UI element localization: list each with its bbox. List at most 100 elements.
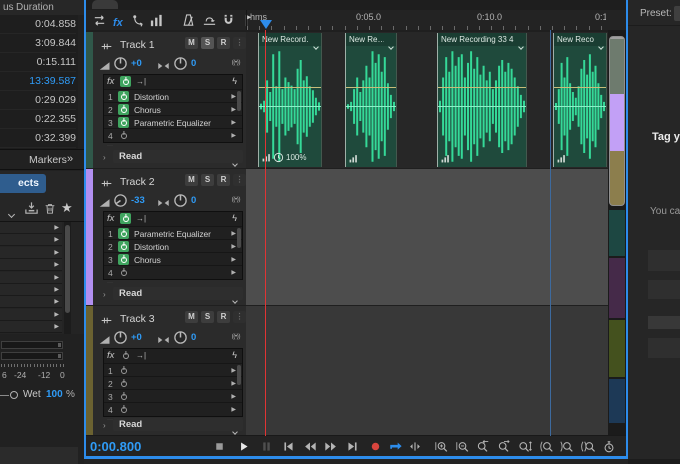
pan-knob[interactable] [173, 193, 188, 208]
slot-scrollbar-thumb[interactable] [237, 91, 241, 111]
expand-chevron-icon[interactable]: › [103, 290, 106, 299]
magnet-icon[interactable] [221, 13, 237, 28]
chevron-down-icon[interactable] [7, 204, 16, 222]
effect-options-arrow-icon[interactable]: ▶ [231, 393, 236, 400]
audio-clip[interactable]: New Record… [553, 33, 607, 167]
monitor-input-icon[interactable]: ((•)) [232, 59, 241, 66]
effect-slot[interactable]: 4 ▶ [104, 128, 242, 141]
freeze-icon[interactable]: ϟ [232, 76, 237, 86]
scrollbar-thumb[interactable] [65, 225, 70, 313]
more-tabs-chevrons[interactable]: » [67, 153, 73, 165]
zoom-reset-button[interactable] [600, 438, 618, 455]
go-to-end-button[interactable] [343, 438, 361, 455]
effect-power-off-icon[interactable] [118, 378, 129, 389]
loop-playback-button[interactable] [386, 438, 404, 455]
panel-tab[interactable] [92, 0, 118, 9]
preset-list-row[interactable]: ▶ [0, 234, 62, 247]
effect-power-off-icon[interactable] [118, 267, 129, 278]
settings-list-row[interactable] [648, 338, 680, 358]
volume-envelope-line[interactable] [259, 87, 321, 88]
effect-power-on-icon[interactable] [118, 241, 129, 252]
effect-slot[interactable]: 2 ▶ [104, 376, 242, 389]
monitor-input-icon[interactable]: ((•)) [232, 333, 241, 340]
audio-clip[interactable]: New Re… [345, 33, 397, 167]
effect-slot[interactable]: 3 Parametric Equalizer ▶ [104, 115, 242, 128]
effect-power-on-icon[interactable] [118, 254, 129, 265]
effect-slot[interactable]: 3 Chorus ▶ [104, 252, 242, 265]
preset-list-row[interactable]: ▶ [0, 284, 62, 296]
effect-slot[interactable]: 1 Parametric Equalizer ▶ [104, 226, 242, 239]
fx-power-on-icon[interactable] [120, 76, 131, 87]
automation-mode-dropdown[interactable]: Read [113, 287, 243, 304]
row-expand-arrow-icon[interactable]: ▶ [54, 274, 59, 281]
effect-options-arrow-icon[interactable]: ▶ [231, 119, 236, 126]
effect-power-off-icon[interactable] [118, 391, 129, 402]
effect-power-on-icon[interactable] [118, 228, 129, 239]
zoom-selection-button[interactable] [578, 438, 596, 455]
pan-value[interactable]: 0 [191, 58, 196, 69]
fx-power-on-icon[interactable] [120, 213, 131, 224]
track-m-button[interactable]: M [185, 37, 198, 49]
preset-list-row[interactable]: ▶ [0, 271, 62, 284]
track-name[interactable]: Track 1 [120, 39, 155, 51]
wet-value[interactable]: 100 [46, 389, 63, 400]
settings-list-row[interactable] [648, 316, 680, 329]
track-menu-button[interactable]: ⋮ [233, 311, 246, 323]
effect-options-arrow-icon[interactable]: ▶ [231, 406, 236, 413]
row-expand-arrow-icon[interactable]: ▶ [54, 224, 59, 231]
track-s-button[interactable]: S [201, 174, 214, 186]
settings-list-row[interactable] [648, 250, 680, 271]
track-r-button[interactable]: R [217, 311, 230, 323]
playhead-line[interactable] [265, 30, 266, 436]
duration-list-item[interactable]: 0:15.111 [0, 53, 76, 72]
effect-power-on-icon[interactable] [118, 91, 129, 102]
effect-options-arrow-icon[interactable]: ▶ [231, 106, 236, 113]
effect-options-arrow-icon[interactable]: ▶ [231, 132, 236, 139]
settings-list-row[interactable] [648, 280, 680, 299]
effect-power-off-icon[interactable] [118, 130, 129, 141]
expand-chevron-icon[interactable]: › [103, 421, 106, 430]
row-expand-arrow-icon[interactable]: ▶ [54, 249, 59, 256]
effect-options-arrow-icon[interactable]: ▶ [231, 93, 236, 100]
row-expand-arrow-icon[interactable]: ▶ [54, 286, 59, 293]
preset-list-row[interactable]: ▶ [0, 222, 62, 234]
rewind-button[interactable] [301, 438, 319, 455]
trash-icon[interactable] [43, 202, 57, 216]
volume-value[interactable]: -33 [131, 195, 145, 206]
track-r-button[interactable]: R [217, 37, 230, 49]
row-expand-arrow-icon[interactable]: ▶ [54, 323, 59, 330]
duration-list-item[interactable]: 0:22.355 [0, 110, 76, 129]
volume-knob[interactable] [110, 190, 131, 211]
metronome-icon[interactable] [181, 13, 197, 28]
preset-list-scrollbar[interactable] [64, 222, 71, 334]
zoom-in-right-edge-button[interactable] [495, 438, 513, 455]
zoom-in-point-button[interactable] [537, 438, 555, 455]
effect-options-arrow-icon[interactable]: ▶ [231, 380, 236, 387]
preset-list-row[interactable]: ▶ [0, 296, 62, 309]
audio-clip[interactable]: New Record… 100% [258, 33, 322, 167]
navigator-scroll-thumb[interactable] [609, 36, 625, 206]
preset-list-row[interactable]: ▶ [0, 246, 62, 259]
effect-options-arrow-icon[interactable]: ▶ [231, 243, 236, 250]
effect-power-on-icon[interactable] [118, 117, 129, 128]
volume-envelope-line[interactable] [438, 87, 526, 88]
freeze-icon[interactable]: ϟ [232, 213, 237, 223]
effect-slot[interactable]: 2 Chorus ▶ [104, 102, 242, 115]
effect-options-arrow-icon[interactable]: ▶ [231, 256, 236, 263]
volume-value[interactable]: +0 [131, 58, 142, 69]
wet-slider-handle[interactable] [10, 391, 18, 399]
zoom-out-button[interactable] [453, 438, 471, 455]
duration-list-item[interactable]: 13:39.587 [0, 72, 76, 91]
clip-header[interactable]: New Record… [259, 33, 321, 50]
automation-mode-dropdown[interactable]: Read [113, 418, 243, 435]
track-lane[interactable] [246, 169, 626, 305]
fx-icon[interactable]: fx [113, 13, 129, 29]
effect-options-arrow-icon[interactable]: ▶ [231, 367, 236, 374]
volume-knob[interactable] [113, 330, 128, 345]
track-menu-button[interactable]: ⋮ [233, 174, 246, 186]
track-s-button[interactable]: S [201, 311, 214, 323]
effect-power-off-icon[interactable] [118, 404, 129, 415]
track-menu-button[interactable]: ⋮ [233, 37, 246, 49]
effect-options-arrow-icon[interactable]: ▶ [231, 269, 236, 276]
row-expand-arrow-icon[interactable]: ▶ [54, 261, 59, 268]
